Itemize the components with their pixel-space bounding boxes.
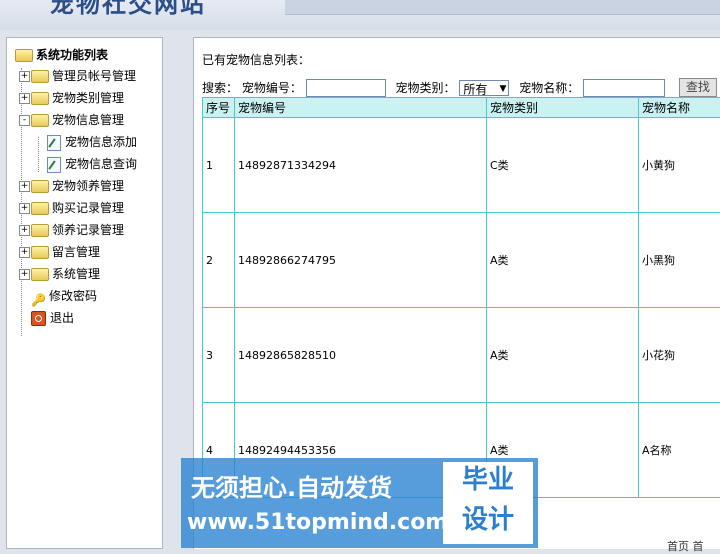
expand-icon[interactable]: + (19, 71, 30, 82)
search-prefix-label: 搜索： (202, 81, 238, 95)
table-cell: 小黑狗 (639, 213, 720, 308)
table-row: 3 14892865828510 A类 小花狗 (203, 308, 720, 403)
table-cell: 小花狗 (639, 308, 720, 403)
watermark-ad-banner: 无须担心.自动发货 www.51topmind.com 毕业 设计 (181, 458, 538, 548)
list-title: 已有宠物信息列表： (202, 51, 310, 68)
sidebar-item-logout[interactable]: 退出 (31, 308, 74, 328)
top-banner: 宠物社交网站 (0, 0, 720, 30)
table-cell: 3 (203, 308, 235, 403)
sidebar-item-label: 留言管理 (52, 245, 100, 259)
table-row: 1 14892871334294 C类 小黄狗 (203, 118, 720, 213)
key-icon: 🔑 (31, 290, 45, 304)
expand-icon[interactable]: + (19, 93, 30, 104)
site-title: 宠物社交网站 (50, 0, 206, 19)
sidebar-item-label: 退出 (50, 311, 74, 325)
table-header-row: 序号 宠物编号 宠物类别 宠物名称 (203, 98, 720, 118)
column-header: 序号 (203, 98, 235, 118)
folder-icon (31, 180, 49, 193)
sidebar-item-label: 宠物领养管理 (52, 179, 124, 193)
document-edit-icon (47, 135, 61, 151)
table-cell: 1 (203, 118, 235, 213)
table-cell: 14892865828510 (235, 308, 487, 403)
tree-line (38, 137, 39, 172)
table-cell: A类 (487, 308, 639, 403)
table-cell: A类 (487, 213, 639, 308)
category-select[interactable]: 所有 ▼ (459, 80, 509, 96)
collapse-icon[interactable]: - (19, 115, 30, 126)
document-edit-icon (47, 157, 61, 173)
table-row: 2 14892866274795 A类 小黑狗 (203, 213, 720, 308)
banner-strip (285, 0, 720, 15)
table-cell: 14892871334294 (235, 118, 487, 213)
expand-icon[interactable]: + (19, 181, 30, 192)
folder-icon (31, 92, 49, 105)
table-cell: 小黄狗 (639, 118, 720, 213)
sidebar-item-pet-adoption[interactable]: + 宠物领养管理 (19, 176, 124, 196)
column-header: 宠物编号 (235, 98, 487, 118)
search-bar: 搜索： 宠物编号： 宠物类别： 所有 ▼ 宠物名称： 查找 (202, 78, 717, 97)
pet-no-input[interactable] (306, 79, 386, 97)
category-label: 宠物类别： (396, 81, 456, 95)
sidebar-item-admin-accounts[interactable]: + 管理员帐号管理 (19, 66, 136, 86)
watermark-url: www.51topmind.com (187, 510, 448, 535)
sidebar-item-adoption-records[interactable]: + 领养记录管理 (19, 220, 124, 240)
sidebar-item-label: 宠物信息管理 (52, 113, 124, 127)
sidebar-item-label: 宠物信息查询 (65, 157, 137, 171)
sidebar-item-pet-query[interactable]: 宠物信息查询 (47, 154, 137, 174)
expand-icon[interactable]: + (19, 269, 30, 280)
pet-table: 序号 宠物编号 宠物类别 宠物名称 1 14892871334294 C类 小黄… (202, 97, 720, 498)
table-cell: 14892866274795 (235, 213, 487, 308)
column-header: 宠物类别 (487, 98, 639, 118)
sidebar-item-pet-add[interactable]: 宠物信息添加 (47, 132, 137, 152)
name-label: 宠物名称： (519, 81, 579, 95)
column-header: 宠物名称 (639, 98, 720, 118)
folder-open-icon (31, 114, 49, 127)
sidebar-item-change-password[interactable]: 🔑 修改密码 (31, 286, 97, 306)
pagination[interactable]: 首页 首 (667, 538, 704, 554)
expand-icon[interactable]: + (19, 203, 30, 214)
search-button[interactable]: 查找 (679, 78, 717, 97)
sidebar-item-system[interactable]: + 系统管理 (19, 264, 100, 284)
watermark-text: 无须担心.自动发货 (191, 468, 392, 503)
folder-icon (31, 224, 49, 237)
folder-open-icon (15, 49, 33, 62)
tree-root[interactable]: 系统功能列表 (15, 45, 108, 65)
sidebar-item-purchase-records[interactable]: + 购买记录管理 (19, 198, 124, 218)
watermark-badge: 毕业 设计 (443, 462, 533, 544)
watermark-badge-line: 毕业 (443, 462, 533, 502)
exit-icon (31, 311, 46, 326)
pet-no-label: 宠物编号： (242, 81, 302, 95)
sidebar-item-label: 修改密码 (49, 289, 97, 303)
sidebar-item-label: 宠物类别管理 (52, 91, 124, 105)
sidebar-item-label: 购买记录管理 (52, 201, 124, 215)
folder-icon (31, 202, 49, 215)
table-cell: C类 (487, 118, 639, 213)
pet-name-input[interactable] (583, 79, 665, 97)
dropdown-arrow-icon: ▼ (499, 81, 506, 97)
table-cell: 2 (203, 213, 235, 308)
watermark-badge-line: 设计 (443, 502, 533, 542)
sidebar-tree: 系统功能列表 + 管理员帐号管理 + 宠物类别管理 - 宠物信息管理 宠物信息添加 宠… (6, 37, 163, 549)
expand-icon[interactable]: + (19, 225, 30, 236)
sidebar-item-label: 系统管理 (52, 267, 100, 281)
sidebar-item-label: 宠物信息添加 (65, 135, 137, 149)
folder-icon (31, 246, 49, 259)
sidebar-item-pet-categories[interactable]: + 宠物类别管理 (19, 88, 124, 108)
table-cell: A名称 (639, 403, 720, 498)
sidebar-item-label: 领养记录管理 (52, 223, 124, 237)
sidebar-item-pet-info[interactable]: - 宠物信息管理 (19, 110, 124, 130)
folder-icon (31, 70, 49, 83)
sidebar-item-messages[interactable]: + 留言管理 (19, 242, 100, 262)
tree-root-label: 系统功能列表 (36, 48, 108, 62)
expand-icon[interactable]: + (19, 247, 30, 258)
category-select-value: 所有 (463, 82, 487, 96)
folder-icon (31, 268, 49, 281)
sidebar-item-label: 管理员帐号管理 (52, 69, 136, 83)
